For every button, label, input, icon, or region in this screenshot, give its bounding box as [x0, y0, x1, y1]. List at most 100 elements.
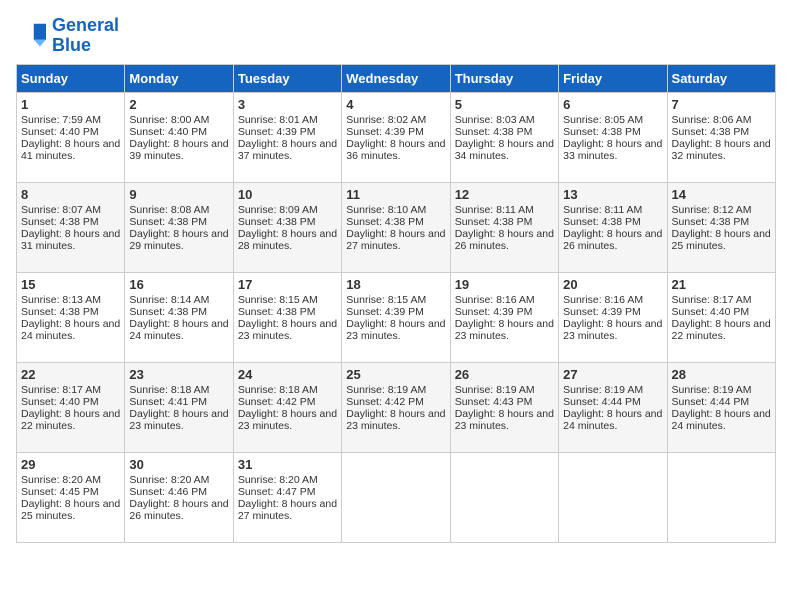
sunset: Sunset: 4:38 PM [346, 216, 424, 228]
sunrise: Sunrise: 8:19 AM [563, 384, 643, 396]
sunrise: Sunrise: 8:19 AM [455, 384, 535, 396]
sunset: Sunset: 4:44 PM [563, 396, 641, 408]
sunset: Sunset: 4:38 PM [238, 216, 316, 228]
day-header-friday: Friday [559, 64, 667, 92]
calendar-header-row: SundayMondayTuesdayWednesdayThursdayFrid… [17, 64, 776, 92]
calendar-cell: 3 Sunrise: 8:01 AM Sunset: 4:39 PM Dayli… [233, 92, 341, 182]
day-number: 21 [672, 277, 771, 292]
day-number: 9 [129, 187, 228, 202]
day-number: 24 [238, 367, 337, 382]
day-number: 27 [563, 367, 662, 382]
sunset: Sunset: 4:38 PM [455, 126, 533, 138]
daylight: Daylight: 8 hours and 26 minutes. [129, 498, 228, 522]
day-number: 28 [672, 367, 771, 382]
calendar-cell: 15 Sunrise: 8:13 AM Sunset: 4:38 PM Dayl… [17, 272, 125, 362]
daylight: Daylight: 8 hours and 23 minutes. [238, 318, 337, 342]
logo-icon [16, 22, 48, 50]
sunset: Sunset: 4:41 PM [129, 396, 207, 408]
calendar-cell: 21 Sunrise: 8:17 AM Sunset: 4:40 PM Dayl… [667, 272, 775, 362]
day-header-tuesday: Tuesday [233, 64, 341, 92]
sunset: Sunset: 4:38 PM [455, 216, 533, 228]
calendar-week-4: 22 Sunrise: 8:17 AM Sunset: 4:40 PM Dayl… [17, 362, 776, 452]
sunset: Sunset: 4:38 PM [129, 306, 207, 318]
calendar-cell: 11 Sunrise: 8:10 AM Sunset: 4:38 PM Dayl… [342, 182, 450, 272]
calendar-cell [667, 452, 775, 542]
sunrise: Sunrise: 8:08 AM [129, 204, 209, 216]
day-number: 6 [563, 97, 662, 112]
day-header-sunday: Sunday [17, 64, 125, 92]
sunrise: Sunrise: 8:05 AM [563, 114, 643, 126]
sunrise: Sunrise: 8:07 AM [21, 204, 101, 216]
calendar-week-2: 8 Sunrise: 8:07 AM Sunset: 4:38 PM Dayli… [17, 182, 776, 272]
calendar-cell: 10 Sunrise: 8:09 AM Sunset: 4:38 PM Dayl… [233, 182, 341, 272]
day-number: 2 [129, 97, 228, 112]
calendar-cell: 13 Sunrise: 8:11 AM Sunset: 4:38 PM Dayl… [559, 182, 667, 272]
calendar-cell: 5 Sunrise: 8:03 AM Sunset: 4:38 PM Dayli… [450, 92, 558, 182]
sunrise: Sunrise: 8:17 AM [21, 384, 101, 396]
sunrise: Sunrise: 8:15 AM [346, 294, 426, 306]
day-number: 30 [129, 457, 228, 472]
calendar-cell: 7 Sunrise: 8:06 AM Sunset: 4:38 PM Dayli… [667, 92, 775, 182]
sunrise: Sunrise: 8:10 AM [346, 204, 426, 216]
sunset: Sunset: 4:38 PM [21, 216, 99, 228]
daylight: Daylight: 8 hours and 29 minutes. [129, 228, 228, 252]
sunset: Sunset: 4:45 PM [21, 486, 99, 498]
sunrise: Sunrise: 8:11 AM [455, 204, 534, 216]
daylight: Daylight: 8 hours and 23 minutes. [563, 318, 662, 342]
daylight: Daylight: 8 hours and 23 minutes. [346, 318, 445, 342]
daylight: Daylight: 8 hours and 41 minutes. [21, 138, 120, 162]
sunset: Sunset: 4:38 PM [129, 216, 207, 228]
calendar-cell: 6 Sunrise: 8:05 AM Sunset: 4:38 PM Dayli… [559, 92, 667, 182]
day-number: 19 [455, 277, 554, 292]
calendar-week-3: 15 Sunrise: 8:13 AM Sunset: 4:38 PM Dayl… [17, 272, 776, 362]
sunrise: Sunrise: 8:19 AM [672, 384, 752, 396]
sunset: Sunset: 4:39 PM [563, 306, 641, 318]
daylight: Daylight: 8 hours and 31 minutes. [21, 228, 120, 252]
daylight: Daylight: 8 hours and 28 minutes. [238, 228, 337, 252]
daylight: Daylight: 8 hours and 34 minutes. [455, 138, 554, 162]
sunrise: Sunrise: 8:20 AM [21, 474, 101, 486]
sunrise: Sunrise: 8:12 AM [672, 204, 752, 216]
sunrise: Sunrise: 8:09 AM [238, 204, 318, 216]
day-header-wednesday: Wednesday [342, 64, 450, 92]
daylight: Daylight: 8 hours and 27 minutes. [346, 228, 445, 252]
daylight: Daylight: 8 hours and 23 minutes. [238, 408, 337, 432]
sunrise: Sunrise: 8:13 AM [21, 294, 101, 306]
sunset: Sunset: 4:38 PM [238, 306, 316, 318]
day-number: 31 [238, 457, 337, 472]
sunrise: Sunrise: 8:06 AM [672, 114, 752, 126]
calendar-cell [342, 452, 450, 542]
page-header: General Blue [16, 16, 776, 56]
day-number: 4 [346, 97, 445, 112]
sunset: Sunset: 4:40 PM [672, 306, 750, 318]
calendar-cell: 20 Sunrise: 8:16 AM Sunset: 4:39 PM Dayl… [559, 272, 667, 362]
sunset: Sunset: 4:47 PM [238, 486, 316, 498]
day-number: 8 [21, 187, 120, 202]
calendar-cell: 27 Sunrise: 8:19 AM Sunset: 4:44 PM Dayl… [559, 362, 667, 452]
daylight: Daylight: 8 hours and 23 minutes. [129, 408, 228, 432]
sunset: Sunset: 4:38 PM [563, 126, 641, 138]
day-number: 22 [21, 367, 120, 382]
day-number: 29 [21, 457, 120, 472]
sunset: Sunset: 4:38 PM [21, 306, 99, 318]
calendar-cell: 29 Sunrise: 8:20 AM Sunset: 4:45 PM Dayl… [17, 452, 125, 542]
day-header-saturday: Saturday [667, 64, 775, 92]
calendar-cell: 1 Sunrise: 7:59 AM Sunset: 4:40 PM Dayli… [17, 92, 125, 182]
daylight: Daylight: 8 hours and 27 minutes. [238, 498, 337, 522]
calendar-cell [559, 452, 667, 542]
daylight: Daylight: 8 hours and 23 minutes. [346, 408, 445, 432]
calendar-week-1: 1 Sunrise: 7:59 AM Sunset: 4:40 PM Dayli… [17, 92, 776, 182]
day-number: 7 [672, 97, 771, 112]
calendar-cell: 24 Sunrise: 8:18 AM Sunset: 4:42 PM Dayl… [233, 362, 341, 452]
daylight: Daylight: 8 hours and 25 minutes. [21, 498, 120, 522]
calendar-cell: 14 Sunrise: 8:12 AM Sunset: 4:38 PM Dayl… [667, 182, 775, 272]
day-number: 17 [238, 277, 337, 292]
daylight: Daylight: 8 hours and 25 minutes. [672, 228, 771, 252]
day-number: 15 [21, 277, 120, 292]
sunset: Sunset: 4:40 PM [21, 396, 99, 408]
sunrise: Sunrise: 8:16 AM [455, 294, 535, 306]
sunset: Sunset: 4:39 PM [346, 126, 424, 138]
sunrise: Sunrise: 8:16 AM [563, 294, 643, 306]
logo: General Blue [16, 16, 119, 56]
sunrise: Sunrise: 8:20 AM [129, 474, 209, 486]
